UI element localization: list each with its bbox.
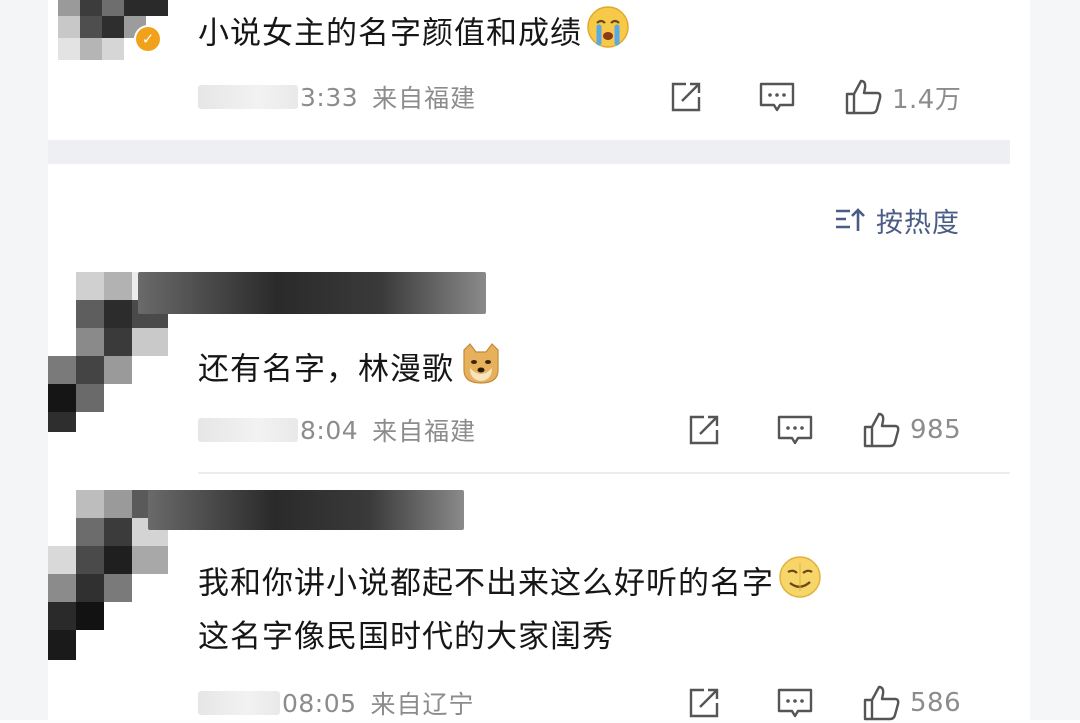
sort-by-hot-button[interactable]: 按热度: [834, 200, 960, 240]
comment-icon: [777, 688, 813, 718]
comment-button[interactable]: [758, 77, 796, 117]
doge-emoji: [458, 340, 504, 402]
comment-text-content: 这名字像民国时代的大家闺秀: [198, 619, 614, 655]
comment-time: 08:05: [282, 688, 357, 718]
share-icon: [689, 688, 719, 718]
timestamp-blur: [198, 418, 298, 442]
comment-button[interactable]: [776, 410, 814, 450]
like-button[interactable]: 586: [862, 683, 961, 723]
share-icon: [671, 82, 701, 112]
like-count: 586: [910, 688, 962, 718]
section-divider: [48, 140, 1010, 164]
share-button[interactable]: [668, 77, 704, 117]
timestamp-blur: [198, 85, 298, 109]
verified-badge-icon: ✓: [136, 27, 160, 51]
comment-time: 3:33: [300, 82, 359, 112]
like-count: 985: [910, 415, 962, 445]
comment-location: 来自辽宁: [370, 690, 475, 719]
comment-location: 来自福建: [372, 84, 477, 113]
comment-text: 还有名字，林漫歌: [198, 340, 504, 402]
thumbs-up-icon: [845, 79, 882, 115]
comment-meta: 3:33 来自福建: [198, 77, 476, 117]
comment-item: 我和你讲小说都起不出来这么好听的名字 这名字像民国时代的大家闺秀 08:05 来…: [48, 478, 1030, 723]
share-icon: [689, 415, 719, 445]
comment-icon: [777, 415, 813, 445]
like-button[interactable]: 985: [862, 410, 961, 450]
comment-item: 还有名字，林漫歌 8:04 来自福建 985: [48, 260, 1030, 472]
username-blur: [148, 490, 464, 530]
comment-divider: [198, 472, 1010, 474]
username-blur: [138, 272, 486, 314]
timestamp-blur: [198, 691, 280, 715]
thumbs-up-icon: [863, 412, 900, 448]
comment-button[interactable]: [776, 683, 814, 723]
share-button[interactable]: [686, 683, 722, 723]
comment-text-line-2: 这名字像民国时代的大家闺秀: [198, 611, 614, 663]
comment-text: 小说女主的名字颜值和成绩: [198, 5, 630, 65]
like-button[interactable]: 1.4万: [844, 77, 961, 117]
sort-icon: [836, 208, 865, 231]
comment-text-content: 还有名字，林漫歌: [198, 351, 454, 388]
smirk-face-emoji: [778, 555, 822, 615]
comment-location: 来自福建: [372, 417, 477, 446]
thumbs-up-icon: [863, 685, 900, 721]
comment-text-line-1: 我和你讲小说都起不出来这么好听的名字: [198, 555, 822, 615]
comment-icon: [759, 82, 795, 112]
comment-meta: 08:05 来自辽宁: [198, 683, 475, 723]
left-edge: [0, 0, 48, 720]
share-button[interactable]: [686, 410, 722, 450]
comment-item: ✓ 小说女主的名字颜值和成绩 3:33 来自福建 1.4万: [48, 0, 1030, 140]
right-edge: [1030, 0, 1080, 720]
comment-text-content: 小说女主的名字颜值和成绩: [198, 15, 582, 52]
like-count: 1.4万: [892, 84, 962, 115]
sort-label: 按热度: [876, 207, 960, 239]
crying-face-emoji: [586, 5, 630, 65]
comment-time: 8:04: [300, 415, 359, 445]
comment-text-content: 我和你讲小说都起不出来这么好听的名字: [198, 565, 774, 602]
comment-meta: 8:04 来自福建: [198, 410, 476, 450]
